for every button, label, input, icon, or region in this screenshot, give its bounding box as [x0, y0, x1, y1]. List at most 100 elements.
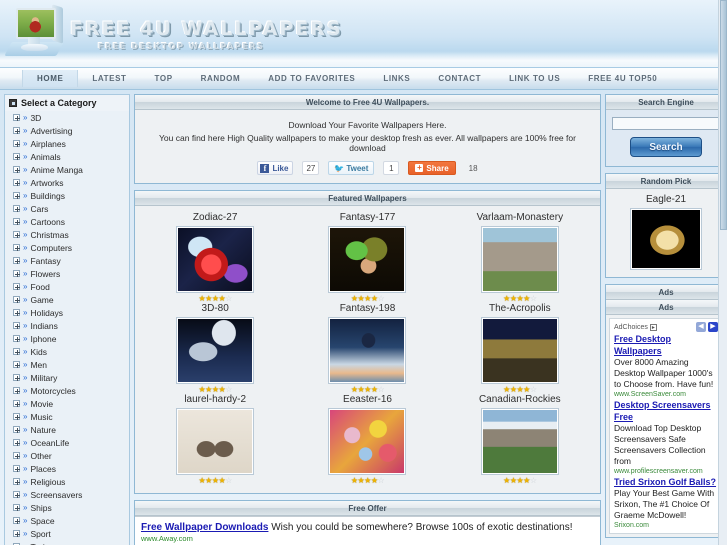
sidebar-item-fantasy[interactable]: » Fantasy: [5, 254, 129, 267]
sidebar-item-buildings[interactable]: » Buildings: [5, 189, 129, 202]
nav-item-top[interactable]: TOP: [141, 70, 187, 87]
sidebar-item-computers[interactable]: » Computers: [5, 241, 129, 254]
expand-plus-icon[interactable]: [13, 127, 20, 134]
sidebar-item-places[interactable]: » Places: [5, 462, 129, 475]
sidebar-item-holidays[interactable]: » Holidays: [5, 306, 129, 319]
sidebar-item-3d[interactable]: » 3D: [5, 111, 129, 124]
ad-url[interactable]: Srixon.com: [614, 521, 718, 530]
sidebar-item-nature[interactable]: » Nature: [5, 423, 129, 436]
random-pick-thumbnail[interactable]: [630, 208, 702, 270]
wallpaper-thumbnail[interactable]: [176, 317, 255, 384]
wallpaper-title[interactable]: Varlaam-Monastery: [444, 212, 596, 223]
expand-plus-icon[interactable]: [13, 491, 20, 498]
chevron-right-icon[interactable]: ▶: [708, 322, 718, 332]
wallpaper-rating[interactable]: ★★★★☆: [139, 477, 291, 485]
expand-plus-icon[interactable]: [13, 517, 20, 524]
expand-plus-icon[interactable]: [13, 387, 20, 394]
wallpaper-title[interactable]: 3D-80: [139, 303, 291, 314]
expand-plus-icon[interactable]: [13, 348, 20, 355]
expand-plus-icon[interactable]: [13, 452, 20, 459]
wallpaper-title[interactable]: The-Acropolis: [444, 303, 596, 314]
expand-plus-icon[interactable]: [13, 153, 20, 160]
wallpaper-rating[interactable]: ★★★★☆: [444, 386, 596, 394]
wallpaper-title[interactable]: Fantasy-177: [291, 212, 443, 223]
wallpaper-thumbnail[interactable]: [480, 317, 559, 384]
expand-plus-icon[interactable]: [13, 374, 20, 381]
wallpaper-thumbnail[interactable]: [176, 408, 255, 475]
sidebar-item-space[interactable]: » Space: [5, 514, 129, 527]
wallpaper-thumbnail[interactable]: [328, 317, 407, 384]
wallpaper-title[interactable]: laurel-hardy-2: [139, 394, 291, 405]
page-scrollbar-thumb[interactable]: [720, 0, 727, 230]
expand-plus-icon[interactable]: [13, 166, 20, 173]
expand-plus-icon[interactable]: [13, 114, 20, 121]
expand-plus-icon[interactable]: [13, 309, 20, 316]
wallpaper-rating[interactable]: ★★★★☆: [291, 295, 443, 303]
nav-item-add-to-favorites[interactable]: ADD TO FAVORITES: [254, 70, 369, 87]
expand-plus-icon[interactable]: [13, 322, 20, 329]
sidebar-item-men[interactable]: » Men: [5, 358, 129, 371]
wallpaper-rating[interactable]: ★★★★☆: [444, 295, 596, 303]
site-logo[interactable]: FREE 4U WALLPAPERS FREE DESKTOP WALLPAPE…: [4, 4, 343, 58]
wallpaper-thumbnail[interactable]: [480, 226, 559, 293]
expand-plus-icon[interactable]: [13, 283, 20, 290]
page-scrollbar[interactable]: [718, 0, 727, 545]
wallpaper-title[interactable]: Canadian-Rockies: [444, 394, 596, 405]
sidebar-item-artworks[interactable]: » Artworks: [5, 176, 129, 189]
sidebar-item-music[interactable]: » Music: [5, 410, 129, 423]
sidebar-item-christmas[interactable]: » Christmas: [5, 228, 129, 241]
expand-plus-icon[interactable]: [13, 192, 20, 199]
expand-plus-icon[interactable]: [13, 400, 20, 407]
expand-plus-icon[interactable]: [13, 465, 20, 472]
sidebar-item-cars[interactable]: » Cars: [5, 202, 129, 215]
wallpaper-rating[interactable]: ★★★★☆: [139, 295, 291, 303]
free-offer-link[interactable]: Free Wallpaper Downloads: [141, 522, 268, 533]
sidebar-item-anime-manga[interactable]: » Anime Manga: [5, 163, 129, 176]
sidebar-item-flowers[interactable]: » Flowers: [5, 267, 129, 280]
random-pick-title[interactable]: Eagle-21: [610, 194, 722, 205]
sidebar-item-animals[interactable]: » Animals: [5, 150, 129, 163]
ad-url[interactable]: www.profilescreensaver.com: [614, 467, 718, 476]
ad-title-link[interactable]: Desktop Screensavers Free: [614, 399, 718, 423]
wallpaper-rating[interactable]: ★★★★☆: [139, 386, 291, 394]
twitter-tweet-button[interactable]: 🐦 Tweet: [328, 161, 375, 175]
free-offer-url[interactable]: www.Away.com: [141, 534, 193, 543]
nav-item-links[interactable]: LINKS: [369, 70, 424, 87]
expand-plus-icon[interactable]: [13, 361, 20, 368]
nav-item-link-to-us[interactable]: LINK TO US: [495, 70, 574, 87]
sidebar-item-iphone[interactable]: » Iphone: [5, 332, 129, 345]
sidebar-item-military[interactable]: » Military: [5, 371, 129, 384]
sidebar-item-other[interactable]: » Other: [5, 449, 129, 462]
sidebar-item-trains[interactable]: »Trains: [5, 540, 129, 545]
expand-plus-icon[interactable]: [13, 530, 20, 537]
sidebar-item-indians[interactable]: » Indians: [5, 319, 129, 332]
sidebar-item-advertising[interactable]: » Advertising: [5, 124, 129, 137]
wallpaper-title[interactable]: Fantasy-198: [291, 303, 443, 314]
expand-plus-icon[interactable]: [13, 478, 20, 485]
expand-plus-icon[interactable]: [13, 426, 20, 433]
adchoices-label-wrap[interactable]: AdChoices ▸: [614, 323, 657, 331]
sidebar-item-movie[interactable]: » Movie: [5, 397, 129, 410]
expand-plus-icon[interactable]: [13, 270, 20, 277]
expand-plus-icon[interactable]: [13, 296, 20, 303]
wallpaper-title[interactable]: Eeaster-16: [291, 394, 443, 405]
expand-plus-icon[interactable]: [13, 257, 20, 264]
expand-plus-icon[interactable]: [13, 140, 20, 147]
ad-url[interactable]: www.ScreenSaver.com: [614, 390, 718, 399]
expand-plus-icon[interactable]: [13, 504, 20, 511]
sidebar-item-religious[interactable]: » Religious: [5, 475, 129, 488]
chevron-left-icon[interactable]: ◀: [696, 322, 706, 332]
sidebar-item-game[interactable]: » Game: [5, 293, 129, 306]
facebook-like-button[interactable]: f Like: [257, 161, 294, 175]
wallpaper-thumbnail[interactable]: [480, 408, 559, 475]
wallpaper-title[interactable]: Zodiac-27: [139, 212, 291, 223]
wallpaper-rating[interactable]: ★★★★☆: [291, 477, 443, 485]
sidebar-item-ships[interactable]: » Ships: [5, 501, 129, 514]
sidebar-item-sport[interactable]: » Sport: [5, 527, 129, 540]
expand-plus-icon[interactable]: [13, 439, 20, 446]
nav-item-free-4u-top50[interactable]: FREE 4U TOP50: [574, 70, 671, 87]
nav-item-random[interactable]: RANDOM: [187, 70, 255, 87]
sidebar-item-oceanlife[interactable]: » OceanLife: [5, 436, 129, 449]
expand-plus-icon[interactable]: [13, 413, 20, 420]
sidebar-item-food[interactable]: » Food: [5, 280, 129, 293]
